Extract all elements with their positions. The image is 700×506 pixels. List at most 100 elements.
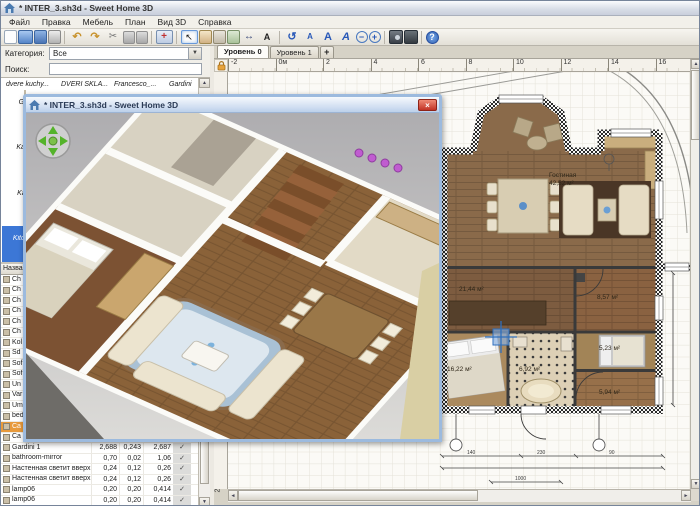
redo-icon[interactable]: ↷ — [87, 30, 104, 44]
rotate-ccw-icon[interactable]: ↺ — [284, 30, 301, 44]
ruler-label: 2 — [323, 59, 371, 71]
text-italic-icon[interactable]: A — [338, 30, 355, 44]
3d-viewer-title-bar[interactable]: * INTER_3.sh3d - Sweet Home 3D × — [26, 97, 439, 113]
scroll-down-icon[interactable]: ▼ — [199, 497, 210, 505]
menu-help[interactable]: Справка — [192, 17, 237, 27]
separator[interactable] — [176, 30, 177, 44]
table-row[interactable]: lamp06 0,20 0,20 0,414 ✓ — [1, 495, 210, 505]
furniture-icon — [3, 423, 10, 431]
catalog-item-label[interactable]: DVERI SKLA... — [61, 81, 108, 88]
table-row[interactable]: bathroom-mirror 0,70 0,02 1,06 ✓ — [1, 453, 210, 464]
svg-text:16,22 м²: 16,22 м² — [447, 366, 473, 373]
open-icon[interactable] — [17, 30, 33, 44]
scroll-up-icon[interactable]: ▲ — [199, 78, 210, 88]
navigation-compass-icon[interactable] — [35, 123, 71, 159]
furniture-icon — [3, 370, 10, 378]
furniture-icon — [3, 402, 10, 410]
select-tool-icon[interactable]: ↖ — [180, 30, 198, 44]
ruler-label: 14 — [608, 59, 656, 71]
search-label: Поиск: — [5, 64, 30, 74]
category-label: Категория: — [5, 49, 45, 58]
3d-viewer-window[interactable]: * INTER_3.sh3d - Sweet Home 3D × — [23, 94, 442, 442]
scrollbar-corner — [691, 489, 699, 501]
scroll-up-icon[interactable]: ▲ — [691, 59, 699, 69]
furniture-icon — [3, 339, 10, 347]
furniture-icon — [3, 360, 10, 368]
3d-viewer-title: * INTER_3.sh3d - Sweet Home 3D — [44, 99, 179, 110]
scroll-down-icon[interactable]: ▼ — [691, 479, 699, 489]
tab-level-0[interactable]: Уровень 0 — [217, 45, 269, 58]
toolbar: ↶ ↷ ✂ + ↖ ↔ A ↺ A A A − + ? — [1, 29, 699, 46]
text-larger-icon[interactable]: A — [320, 30, 337, 44]
menu-file[interactable]: Файл — [3, 17, 36, 27]
app-window: * INTER_3.sh3d - Sweet Home 3D Файл Прав… — [0, 0, 700, 506]
category-select[interactable]: Все ▼ — [49, 47, 202, 60]
undo-icon[interactable]: ↶ — [69, 30, 86, 44]
svg-text:42,52 м²: 42,52 м² — [549, 180, 575, 187]
furniture-icon — [3, 381, 10, 389]
add-furniture-icon[interactable]: + — [155, 30, 173, 44]
catalog-item-label[interactable]: dvere kuchy... — [6, 81, 49, 88]
add-text-icon[interactable]: A — [259, 30, 276, 44]
zoom-out-icon[interactable]: − — [355, 31, 368, 43]
chevron-down-icon[interactable]: ▼ — [188, 48, 201, 59]
scrollbar-thumb[interactable] — [691, 70, 699, 140]
3d-view[interactable] — [26, 113, 439, 439]
scrollbar-thumb[interactable] — [238, 490, 478, 501]
svg-text:Гостиная: Гостиная — [549, 172, 577, 179]
separator[interactable] — [64, 30, 65, 44]
window-title: * INTER_3.sh3d - Sweet Home 3D — [19, 3, 154, 13]
title-bar[interactable]: * INTER_3.sh3d - Sweet Home 3D — [1, 1, 699, 16]
close-icon[interactable]: × — [418, 98, 437, 111]
ruler-label: 2 — [214, 488, 222, 493]
create-video-icon[interactable] — [403, 30, 418, 44]
furniture-icon — [3, 465, 10, 473]
new-document-icon[interactable] — [3, 30, 17, 44]
help-icon[interactable]: ? — [425, 30, 439, 44]
create-dimensions-icon[interactable]: ↔ — [241, 30, 258, 44]
table-row[interactable]: Настенная светит вверх 0,24 0,12 0,26 ✓ — [1, 474, 210, 485]
ruler-label: 10 — [513, 59, 561, 71]
svg-text:90: 90 — [609, 450, 615, 456]
save-icon[interactable] — [33, 30, 47, 44]
table-row[interactable]: Gardini 1 2,688 0,243 2,687 ✓ — [1, 443, 210, 454]
scroll-left-icon[interactable]: ◄ — [228, 490, 238, 501]
copy-icon[interactable] — [122, 30, 135, 44]
plan-horizontal-scrollbar[interactable]: ◄ ► — [228, 489, 691, 502]
table-row[interactable]: Настенная светит вверх 0,24 0,12 0,26 ✓ — [1, 464, 210, 475]
zoom-in-icon[interactable]: + — [368, 31, 381, 43]
ruler-label: 16 — [655, 59, 692, 71]
separator[interactable] — [151, 30, 152, 44]
separator[interactable] — [384, 30, 385, 44]
menu-furniture[interactable]: Мебель — [77, 17, 119, 27]
ruler-label: 6 — [418, 59, 466, 71]
catalog-item-label[interactable]: Gardini — [169, 81, 192, 88]
furniture-icon — [3, 391, 10, 399]
cut-icon[interactable]: ✂ — [105, 30, 122, 44]
preferences-icon[interactable] — [47, 30, 61, 44]
app-logo-icon — [4, 3, 15, 13]
menu-3d-view[interactable]: Вид 3D — [152, 17, 193, 27]
pan-tool-icon[interactable] — [198, 30, 212, 44]
catalog-item-label[interactable]: Francesco_... — [114, 81, 156, 88]
separator[interactable] — [279, 30, 280, 44]
menu-plan[interactable]: План — [119, 17, 152, 27]
tab-level-1[interactable]: Уровень 1 — [269, 46, 319, 58]
table-row[interactable]: lamp06 0,20 0,20 0,414 ✓ — [1, 485, 210, 496]
add-level-button[interactable]: + — [319, 46, 334, 58]
menu-edit[interactable]: Правка — [36, 17, 77, 27]
search-input[interactable] — [49, 63, 202, 75]
text-smaller-icon[interactable]: A — [302, 30, 319, 44]
svg-text:6,92 м²: 6,92 м² — [519, 366, 541, 373]
furniture-icon — [3, 286, 10, 294]
ruler-label: 0м — [275, 59, 324, 71]
separator[interactable] — [421, 30, 422, 44]
create-walls-icon[interactable] — [212, 30, 226, 44]
scroll-right-icon[interactable]: ► — [681, 490, 691, 501]
paste-icon[interactable] — [135, 30, 148, 44]
create-photo-icon[interactable] — [388, 30, 403, 44]
create-rooms-icon[interactable] — [226, 30, 240, 44]
horizontal-ruler: -2 0м 2 4 6 8 10 12 14 16 — [228, 59, 691, 72]
plan-vertical-scrollbar[interactable]: ▲ ▼ — [690, 59, 699, 489]
category-value: Все — [53, 49, 67, 58]
